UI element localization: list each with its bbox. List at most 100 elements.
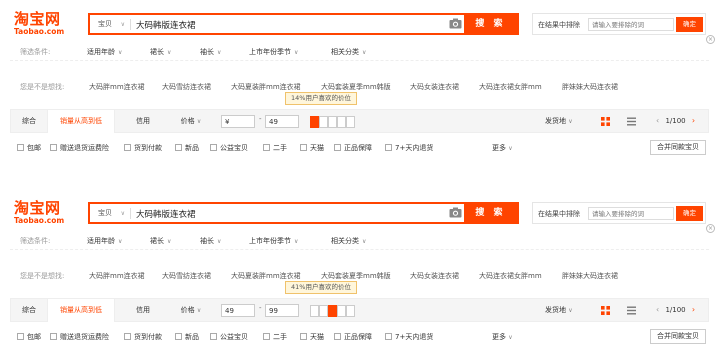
suggestion-link[interactable]: 大码夏装胖mm连衣裙 xyxy=(231,82,301,92)
search-button[interactable]: 搜 索 xyxy=(464,15,517,33)
tab-sales-desc[interactable]: 销量从高到低 xyxy=(47,110,115,133)
option-checkbox[interactable]: 7+天内退货 xyxy=(385,332,433,342)
filter-item-skirt-length[interactable]: 裙长 ∨ xyxy=(150,47,171,57)
taobao-logo[interactable]: 淘宝网 Taobao.com xyxy=(14,11,74,36)
ship-from-select[interactable]: 发货地 ∨ xyxy=(545,299,573,321)
tab-credit[interactable]: 信用 xyxy=(125,110,161,132)
price-range-segment[interactable] xyxy=(346,116,355,128)
search-input[interactable] xyxy=(136,207,446,220)
suggestion-link[interactable]: 大码夏装胖mm连衣裙 xyxy=(231,271,301,281)
suggestion-link[interactable]: 大码胖mm连衣裙 xyxy=(89,82,145,92)
price-range-segment[interactable] xyxy=(319,305,328,317)
filter-item-category[interactable]: 相关分类 ∨ xyxy=(331,236,366,246)
search-button[interactable]: 搜 索 xyxy=(464,204,517,222)
filter-item-season[interactable]: 上市年份季节 ∨ xyxy=(249,236,298,246)
price-range-segment[interactable] xyxy=(310,305,319,317)
option-checkbox[interactable]: 正品保障 xyxy=(334,143,372,153)
filter-item-sleeve-length[interactable]: 袖长 ∨ xyxy=(200,236,221,246)
next-page-icon[interactable]: › xyxy=(692,305,695,314)
price-range-segment[interactable] xyxy=(337,305,346,317)
prev-page-icon[interactable]: ‹ xyxy=(656,116,659,125)
option-checkbox[interactable]: 货到付款 xyxy=(124,143,162,153)
suggestion-link[interactable]: 大码女装连衣裙 xyxy=(410,271,459,281)
price-range-segment[interactable] xyxy=(328,305,337,317)
filter-item-sleeve-length[interactable]: 袖长 ∨ xyxy=(200,47,221,57)
option-checkbox[interactable]: 7+天内退货 xyxy=(385,143,433,153)
filter-item-age[interactable]: 适用年龄 ∨ xyxy=(87,47,122,57)
tab-price[interactable]: 价格 ∨ xyxy=(169,299,213,321)
option-checkbox[interactable]: 货到付款 xyxy=(124,332,162,342)
ship-from-select[interactable]: 发货地 ∨ xyxy=(545,110,573,132)
search-input[interactable] xyxy=(136,18,446,31)
suggestion-link[interactable]: 大码套装夏季mm韩版 xyxy=(321,82,391,92)
price-range-segment[interactable] xyxy=(328,116,337,128)
camera-icon[interactable] xyxy=(449,18,462,29)
option-checkbox[interactable]: 新品 xyxy=(175,143,199,153)
exclude-confirm-button[interactable]: 确定 xyxy=(676,206,703,221)
filter-item-category[interactable]: 相关分类 ∨ xyxy=(331,47,366,57)
option-checkbox[interactable]: 公益宝贝 xyxy=(210,332,248,342)
filter-label: 适用年龄 xyxy=(87,237,115,245)
option-checkbox[interactable]: 天猫 xyxy=(300,143,324,153)
tab-default-sort[interactable]: 综合 xyxy=(11,299,47,321)
price-range-segment[interactable] xyxy=(346,305,355,317)
tab-default-sort[interactable]: 综合 xyxy=(11,110,47,132)
search-category-select[interactable]: 宝贝 ∨ xyxy=(95,19,131,30)
option-checkbox[interactable]: 赠送退货运费险 xyxy=(50,332,109,342)
option-checkbox[interactable]: 二手 xyxy=(263,143,287,153)
filter-item-skirt-length[interactable]: 裙长 ∨ xyxy=(150,236,171,246)
taobao-logo[interactable]: 淘宝网 Taobao.com xyxy=(14,200,74,225)
suggestion-link[interactable]: 胖妹妹大码连衣裙 xyxy=(562,271,618,281)
price-min-input[interactable] xyxy=(221,304,255,317)
price-distribution-bar[interactable] xyxy=(310,305,360,317)
grid-view-icon[interactable] xyxy=(601,117,610,126)
prev-page-icon[interactable]: ‹ xyxy=(656,305,659,314)
suggestion-link[interactable]: 大码连衣裙女胖mm xyxy=(479,82,542,92)
option-checkbox[interactable]: 二手 xyxy=(263,332,287,342)
option-checkbox[interactable]: 公益宝贝 xyxy=(210,143,248,153)
option-checkbox[interactable]: 包邮 xyxy=(17,332,41,342)
merge-same-items-button[interactable]: 合并同款宝贝 xyxy=(650,329,706,344)
price-max-input[interactable] xyxy=(265,304,299,317)
suggestion-link[interactable]: 大码女装连衣裙 xyxy=(410,82,459,92)
price-range-segment[interactable] xyxy=(337,116,346,128)
tab-credit[interactable]: 信用 xyxy=(125,299,161,321)
price-max-input[interactable] xyxy=(265,115,299,128)
suggestion-link[interactable]: 大码胖mm连衣裙 xyxy=(89,271,145,281)
price-dash: - xyxy=(259,115,262,123)
suggestion-title: 您是不是想找: xyxy=(20,272,65,280)
grid-view-icon[interactable] xyxy=(601,306,610,315)
list-view-icon[interactable] xyxy=(627,117,636,126)
exclude-confirm-button[interactable]: 确定 xyxy=(676,17,703,32)
option-checkbox[interactable]: 正品保障 xyxy=(334,332,372,342)
checkbox-icon xyxy=(17,333,24,340)
price-range-segment[interactable] xyxy=(310,116,319,128)
more-options-button[interactable]: 更多 ∨ xyxy=(492,332,513,342)
chevron-down-icon: ∨ xyxy=(508,145,513,152)
search-category-select[interactable]: 宝贝 ∨ xyxy=(95,208,131,219)
more-options-button[interactable]: 更多 ∨ xyxy=(492,143,513,153)
camera-icon[interactable] xyxy=(449,207,462,218)
filter-item-season[interactable]: 上市年份季节 ∨ xyxy=(249,47,298,57)
option-checkbox[interactable]: 天猫 xyxy=(300,332,324,342)
suggestion-link[interactable]: 大码雪纺连衣裙 xyxy=(162,271,211,281)
suggestion-link[interactable]: 大码雪纺连衣裙 xyxy=(162,82,211,92)
next-page-icon[interactable]: › xyxy=(692,116,695,125)
filter-item-age[interactable]: 适用年龄 ∨ xyxy=(87,236,122,246)
suggestion-link[interactable]: 胖妹妹大码连衣裙 xyxy=(562,82,618,92)
option-checkbox[interactable]: 赠送退货运费险 xyxy=(50,143,109,153)
price-range-segment[interactable] xyxy=(319,116,328,128)
merge-same-items-button[interactable]: 合并同款宝贝 xyxy=(650,140,706,155)
tab-price[interactable]: 价格 ∨ xyxy=(169,110,213,132)
tab-sales-desc[interactable]: 销量从高到低 xyxy=(47,299,115,322)
price-distribution-bar[interactable] xyxy=(310,116,360,128)
suggestion-link[interactable]: 大码套装夏季mm韩版 xyxy=(321,271,391,281)
exclude-input[interactable] xyxy=(588,207,674,220)
option-label: 天猫 xyxy=(310,333,324,341)
option-checkbox[interactable]: 包邮 xyxy=(17,143,41,153)
price-min-input[interactable] xyxy=(221,115,255,128)
suggestion-link[interactable]: 大码连衣裙女胖mm xyxy=(479,271,542,281)
list-view-icon[interactable] xyxy=(627,306,636,315)
option-checkbox[interactable]: 新品 xyxy=(175,332,199,342)
exclude-input[interactable] xyxy=(588,18,674,31)
